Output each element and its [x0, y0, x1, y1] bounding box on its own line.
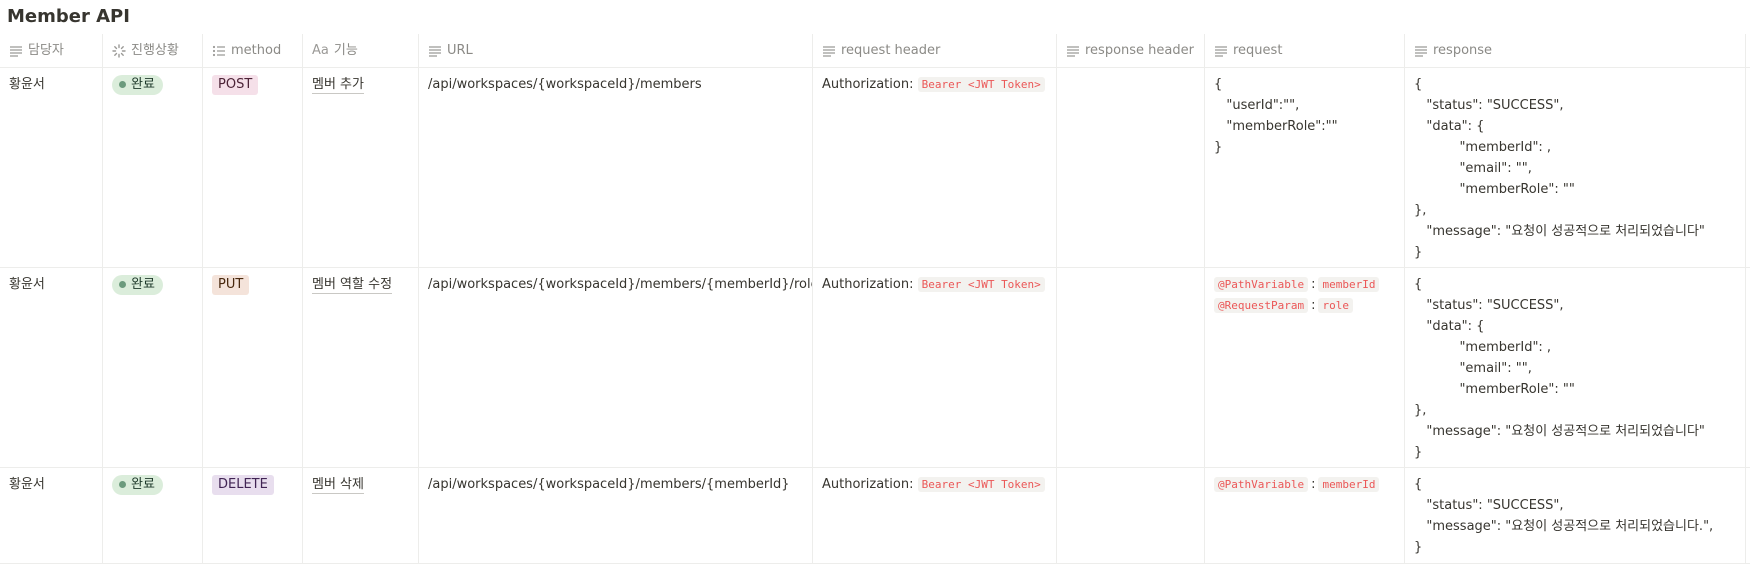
- status-label: 완료: [131, 276, 155, 292]
- table-row[interactable]: 황윤서 완료 POST 멤버 추가 /api/workspaces/{works…: [0, 68, 1750, 268]
- column-header-request-header[interactable]: request header: [813, 34, 1057, 67]
- owner-cell[interactable]: 황윤서: [0, 468, 103, 563]
- response-header-cell[interactable]: [1057, 468, 1205, 563]
- column-label: URL: [447, 43, 473, 58]
- column-label: response: [1433, 43, 1493, 58]
- feature-title[interactable]: 멤버 추가: [312, 77, 364, 94]
- column-header-owner[interactable]: 담당자: [0, 34, 103, 67]
- status-spinner-icon: [112, 43, 126, 58]
- page-title: Member API: [7, 6, 130, 27]
- column-label: 진행상황: [131, 43, 179, 58]
- param-name: memberId: [1318, 477, 1380, 492]
- column-header-feature[interactable]: Aa 기능: [303, 34, 419, 67]
- method-tag: DELETE: [212, 475, 274, 495]
- header-value-code: Bearer <JWT Token>: [917, 277, 1045, 292]
- header-key: Authorization:: [822, 477, 914, 492]
- header-key: Authorization:: [822, 277, 914, 292]
- url-cell[interactable]: /api/workspaces/{workspaceId}/members/{m…: [419, 468, 813, 563]
- request-cell[interactable]: @PathVariable: memberId @RequestParam: rol…: [1205, 268, 1405, 467]
- response-json: { "status": "SUCCESS", "message": "요청이 성…: [1414, 477, 1714, 555]
- method-tag: POST: [212, 75, 259, 95]
- method-cell[interactable]: PUT: [203, 268, 303, 467]
- status-badge: 완료: [112, 474, 163, 495]
- request-param-line: @PathVariable: memberId: [1214, 474, 1397, 495]
- response-cell[interactable]: { "status": "SUCCESS", "message": "요청이 성…: [1405, 468, 1745, 563]
- status-badge: 완료: [112, 74, 163, 95]
- status-label: 완료: [131, 476, 155, 492]
- feature-cell[interactable]: 멤버 삭제: [303, 468, 419, 563]
- response-header-cell[interactable]: [1057, 68, 1205, 267]
- table-header: 담당자 진행상황 method Aa 기능 URL request header…: [0, 34, 1750, 68]
- method-cell[interactable]: POST: [203, 68, 303, 267]
- feature-cell[interactable]: 멤버 추가: [303, 68, 419, 267]
- response-header-cell[interactable]: [1057, 268, 1205, 467]
- text-lines-icon: [1067, 45, 1079, 57]
- response-cell[interactable]: { "status": "SUCCESS", "data": { "member…: [1405, 68, 1745, 267]
- column-label: 담당자: [28, 43, 64, 58]
- status-cell[interactable]: 완료: [103, 268, 203, 467]
- param-annotation: @PathVariable: [1214, 477, 1309, 492]
- column-label: 기능: [333, 43, 358, 58]
- status-label: 완료: [131, 76, 155, 92]
- column-header-response[interactable]: response: [1405, 34, 1745, 67]
- column-label: request: [1233, 43, 1283, 58]
- request-json: { "userId":"", "memberRole":"" }: [1214, 77, 1338, 155]
- request-header-cell[interactable]: Authorization: Bearer <JWT Token>: [813, 268, 1057, 467]
- column-header-request[interactable]: request: [1205, 34, 1405, 67]
- status-dot-icon: [119, 481, 126, 488]
- url-cell[interactable]: /api/workspaces/{workspaceId}/members: [419, 68, 813, 267]
- request-header-cell[interactable]: Authorization: Bearer <JWT Token>: [813, 68, 1057, 267]
- column-header-method[interactable]: method: [203, 34, 303, 67]
- column-label: response header: [1085, 43, 1194, 58]
- feature-title[interactable]: 멤버 삭제: [312, 477, 364, 494]
- owner-cell[interactable]: 황윤서: [0, 68, 103, 267]
- list-icon: [212, 45, 225, 56]
- param-name: memberId: [1318, 277, 1380, 292]
- column-header-response-header[interactable]: response header: [1057, 34, 1205, 67]
- column-label: method: [231, 43, 282, 58]
- request-cell[interactable]: { "userId":"", "memberRole":"" }: [1205, 68, 1405, 267]
- api-table: 담당자 진행상황 method Aa 기능 URL request header…: [0, 34, 1750, 564]
- header-value-code: Bearer <JWT Token>: [917, 477, 1045, 492]
- table-row[interactable]: 황윤서 완료 PUT 멤버 역할 수정 /api/workspaces/{wor…: [0, 268, 1750, 468]
- method-tag: PUT: [212, 275, 250, 295]
- status-badge: 완료: [112, 274, 163, 295]
- request-cell[interactable]: @PathVariable: memberId: [1205, 468, 1405, 563]
- header-value-code: Bearer <JWT Token>: [917, 77, 1045, 92]
- table-right-edge: [1745, 34, 1746, 564]
- text-lines-icon: [1215, 45, 1227, 57]
- param-annotation: @RequestParam: [1214, 298, 1309, 313]
- column-header-url[interactable]: URL: [419, 34, 813, 67]
- response-json: { "status": "SUCCESS", "data": { "member…: [1414, 77, 1705, 260]
- text-lines-icon: [10, 45, 22, 57]
- feature-title[interactable]: 멤버 역할 수정: [312, 277, 393, 294]
- column-label: request header: [841, 43, 941, 58]
- request-header-cell[interactable]: Authorization: Bearer <JWT Token>: [813, 468, 1057, 563]
- status-cell[interactable]: 완료: [103, 468, 203, 563]
- request-param-line: @PathVariable: memberId: [1214, 274, 1397, 295]
- response-json: { "status": "SUCCESS", "data": { "member…: [1414, 277, 1705, 460]
- header-key: Authorization:: [822, 77, 914, 92]
- text-lines-icon: [823, 45, 835, 57]
- table-row[interactable]: 황윤서 완료 DELETE 멤버 삭제 /api/workspaces/{wor…: [0, 468, 1750, 564]
- title-aa-icon: Aa: [312, 43, 329, 58]
- response-cell[interactable]: { "status": "SUCCESS", "data": { "member…: [1405, 268, 1745, 467]
- status-dot-icon: [119, 281, 126, 288]
- column-header-status[interactable]: 진행상황: [103, 34, 203, 67]
- status-cell[interactable]: 완료: [103, 68, 203, 267]
- param-annotation: @PathVariable: [1214, 277, 1309, 292]
- method-cell[interactable]: DELETE: [203, 468, 303, 563]
- url-cell[interactable]: /api/workspaces/{workspaceId}/members/{m…: [419, 268, 813, 467]
- feature-cell[interactable]: 멤버 역할 수정: [303, 268, 419, 467]
- text-lines-icon: [429, 45, 441, 57]
- status-dot-icon: [119, 81, 126, 88]
- request-param-line: @RequestParam: role: [1214, 295, 1397, 316]
- param-name: role: [1318, 298, 1353, 313]
- owner-cell[interactable]: 황윤서: [0, 268, 103, 467]
- text-lines-icon: [1415, 45, 1427, 57]
